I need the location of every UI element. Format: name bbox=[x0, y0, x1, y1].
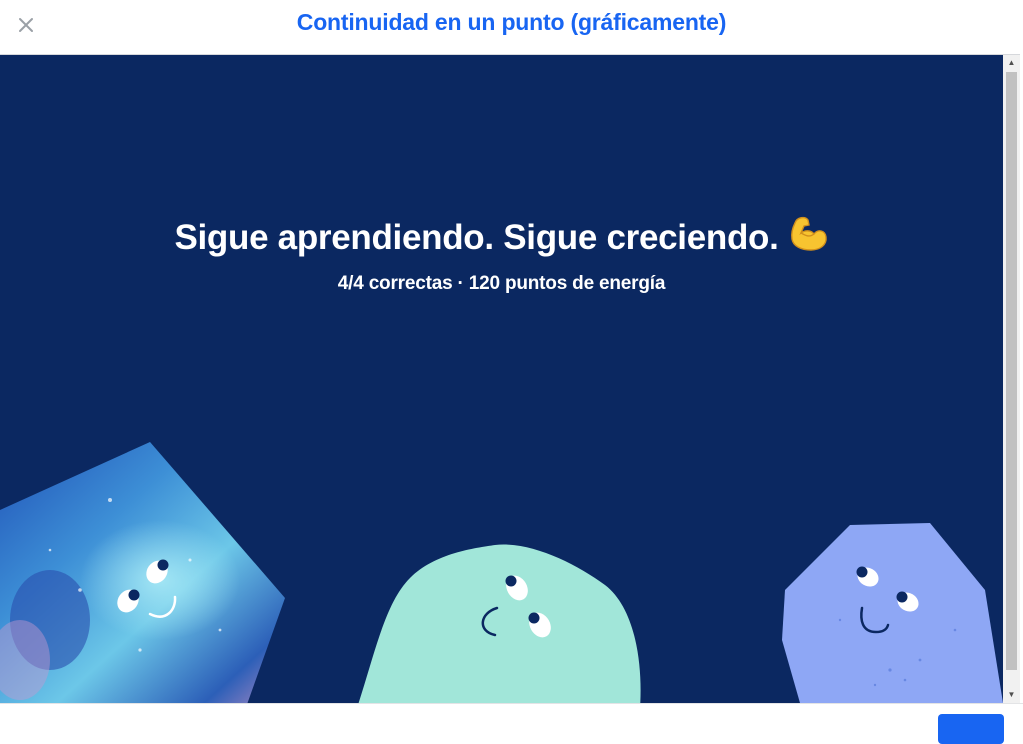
correct-count: 4/4 correctas bbox=[337, 273, 453, 294]
dialog-header: Continuidad en un punto (gráficamente) bbox=[0, 0, 1023, 55]
dialog-footer bbox=[0, 703, 1023, 744]
headline-text: Sigue aprendiendo. Sigue creciendo. bbox=[174, 218, 779, 257]
galaxy-rock-character bbox=[0, 442, 285, 703]
completion-headline: Sigue aprendiendo. Sigue creciendo. bbox=[0, 213, 1003, 262]
vertical-scrollbar[interactable]: ▲ ▼ bbox=[1003, 55, 1020, 703]
continue-button[interactable] bbox=[938, 714, 1004, 744]
scrollbar-thumb[interactable] bbox=[1006, 72, 1017, 670]
scroll-down-arrow-icon[interactable]: ▼ bbox=[1003, 687, 1020, 703]
energy-points: 120 puntos de energía bbox=[468, 273, 666, 294]
completion-panel: Sigue aprendiendo. Sigue creciendo. 4/4 … bbox=[0, 55, 1003, 703]
mint-blob-character bbox=[358, 544, 641, 703]
completion-stats: 4/4 correctas · 120 puntos de energía bbox=[0, 273, 1003, 295]
scroll-up-arrow-icon[interactable]: ▲ bbox=[1003, 55, 1020, 71]
lavender-crystal-character bbox=[782, 523, 1003, 703]
flexed-biceps-icon bbox=[787, 213, 829, 262]
page-title: Continuidad en un punto (gráficamente) bbox=[296, 9, 727, 35]
stats-separator: · bbox=[457, 273, 464, 294]
